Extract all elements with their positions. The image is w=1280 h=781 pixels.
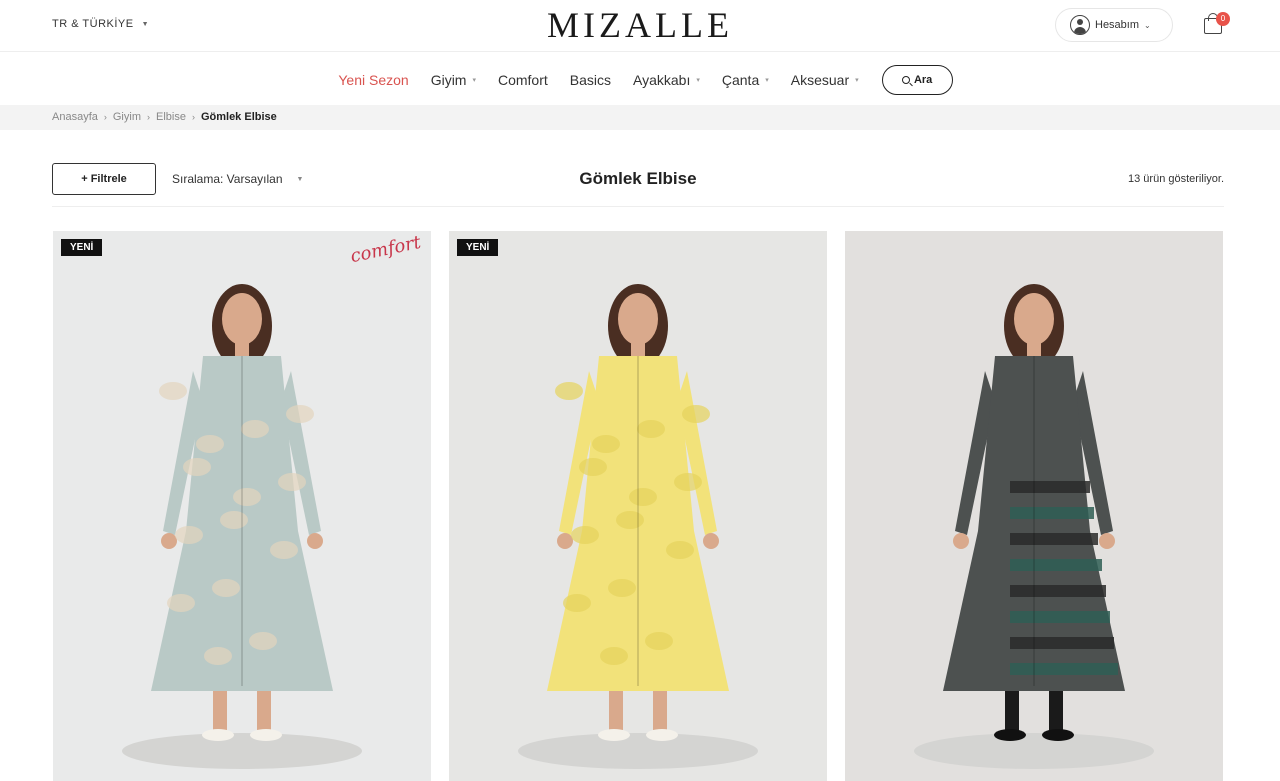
cart-button[interactable]: 0 bbox=[1202, 12, 1230, 38]
chevron-down-icon: ▾ bbox=[765, 77, 769, 84]
nav-item-comfort[interactable]: Comfort bbox=[498, 72, 548, 88]
cart-count-badge: 0 bbox=[1216, 12, 1230, 26]
search-button[interactable]: Ara bbox=[881, 65, 953, 95]
product-card[interactable]: YENİ comfort bbox=[53, 231, 431, 781]
user-icon bbox=[1070, 15, 1090, 35]
new-badge: YENİ bbox=[457, 239, 499, 256]
top-header: TR & TÜRKİYE ▼ MIZALLE Hesabım ⌄ 0 bbox=[0, 0, 1280, 52]
nav-item-label: Basics bbox=[569, 72, 612, 88]
account-label: Hesabım bbox=[1095, 19, 1140, 31]
chevron-down-icon: ▾ bbox=[855, 77, 859, 84]
chevron-right-icon: › bbox=[103, 112, 107, 122]
nav-item-label: Aksesuar bbox=[790, 72, 850, 88]
breadcrumb-item[interactable]: Anasayfa bbox=[52, 111, 98, 123]
nav-item-label: Ayakkabı bbox=[633, 72, 691, 88]
breadcrumb-item: Gömlek Elbise bbox=[200, 111, 277, 123]
listing-toolbar: + Filtrele Sıralama: Varsayılan ▼ Gömlek… bbox=[52, 162, 1224, 196]
breadcrumb-bar: Anasayfa › Giyim › Elbise › Gömlek Elbise bbox=[0, 105, 1280, 130]
search-label: Ara bbox=[913, 74, 933, 86]
main-nav: Yeni Sezon Giyim ▾ Comfort Basics Ayakkabı ▾ Ça… bbox=[0, 64, 1280, 96]
product-count: 13 ürün gösteriliyor. bbox=[1128, 173, 1224, 185]
new-badge: YENİ bbox=[61, 239, 103, 256]
nav-item-label: Çanta bbox=[721, 72, 760, 88]
nav-item-ayakkabı[interactable]: Ayakkabı ▾ bbox=[633, 72, 700, 88]
nav-item-aksesuar[interactable]: Aksesuar ▾ bbox=[791, 72, 859, 88]
nav-item-label: Giyim bbox=[430, 72, 467, 88]
nav-item-yeni-sezon[interactable]: Yeni Sezon bbox=[338, 72, 408, 88]
product-image bbox=[53, 231, 431, 781]
nav-item-çanta[interactable]: Çanta ▾ bbox=[722, 72, 769, 88]
account-button[interactable]: Hesabım ⌄ bbox=[1055, 8, 1173, 42]
chevron-right-icon: › bbox=[146, 112, 150, 122]
nav-item-label: Comfort bbox=[497, 72, 548, 88]
breadcrumb: Anasayfa › Giyim › Elbise › Gömlek Elbise bbox=[52, 111, 277, 123]
breadcrumb-item[interactable]: Giyim bbox=[113, 111, 141, 123]
nav-item-label: Yeni Sezon bbox=[338, 72, 409, 88]
nav-item-basics[interactable]: Basics bbox=[570, 72, 611, 88]
product-card[interactable] bbox=[845, 231, 1223, 781]
chevron-down-icon: ⌄ bbox=[1144, 20, 1151, 30]
search-icon bbox=[901, 76, 910, 84]
breadcrumb-item[interactable]: Elbise bbox=[156, 111, 186, 123]
chevron-down-icon: ▾ bbox=[472, 77, 476, 84]
page-title: Gömlek Elbise bbox=[579, 169, 697, 188]
product-card[interactable]: YENİ bbox=[449, 231, 827, 781]
chevron-down-icon: ▾ bbox=[696, 77, 700, 84]
nav-item-giyim[interactable]: Giyim ▾ bbox=[431, 72, 476, 88]
product-image bbox=[449, 231, 827, 781]
product-image bbox=[845, 231, 1223, 781]
chevron-right-icon: › bbox=[191, 112, 195, 122]
divider bbox=[52, 206, 1224, 207]
product-grid: YENİ comfort YENİ bbox=[53, 231, 1225, 781]
